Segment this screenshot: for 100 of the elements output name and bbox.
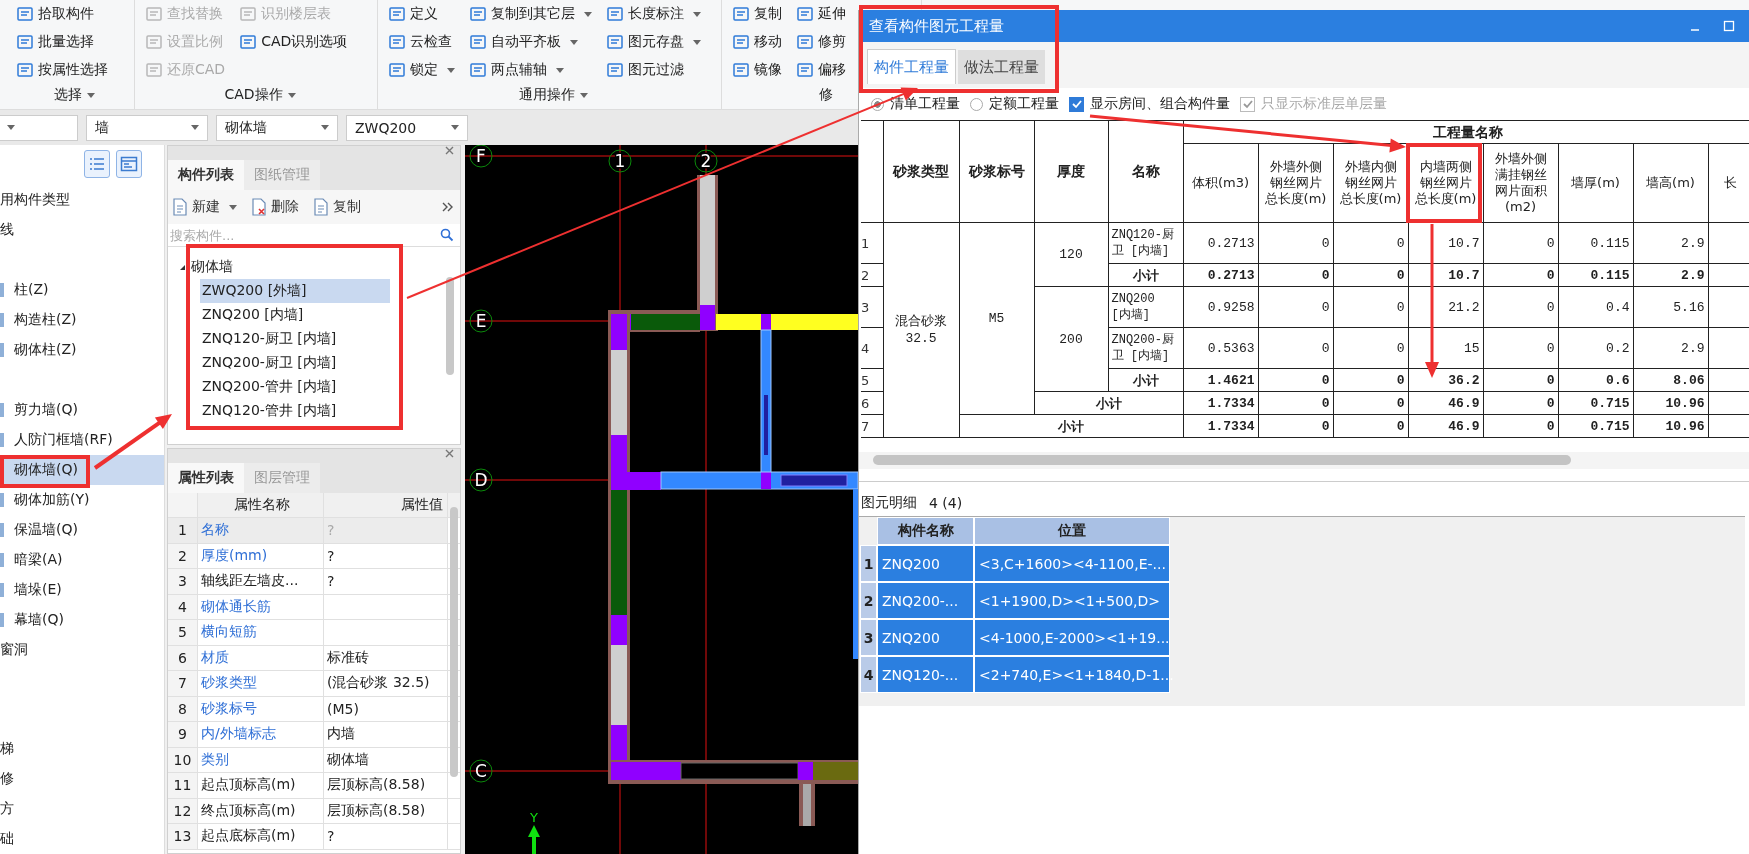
tree-group-label[interactable]: 砌体墙 xyxy=(168,255,460,279)
ribbon-tool-button[interactable]: 修剪 xyxy=(794,28,848,56)
close-icon[interactable] xyxy=(445,449,454,458)
tree-item[interactable]: ZNQ200-厨卫 [内墙] xyxy=(200,351,390,375)
nav-group-label[interactable]: 窗洞 xyxy=(0,641,28,659)
table-cell[interactable]: ZNQ120-... xyxy=(877,656,974,693)
table-cell[interactable]: ZNQ200 xyxy=(877,619,974,656)
dropdown-field[interactable]: ZWQ200 xyxy=(346,114,468,141)
nav-item[interactable]: 墙垛(E) xyxy=(0,575,164,605)
ribbon-tool-button[interactable]: 偏移 xyxy=(794,56,848,84)
nav-item[interactable]: 人防门框墙(RF) xyxy=(0,425,164,455)
row-number[interactable]: 3 xyxy=(860,619,877,656)
nav-item[interactable]: 幕墙(Q) xyxy=(0,605,164,635)
ribbon-tool-button[interactable]: 两点辅轴 xyxy=(467,56,594,84)
ribbon-tool-button[interactable]: 云检查 xyxy=(386,28,457,56)
nav-item[interactable]: 柱(Z) xyxy=(0,275,164,305)
panel-tab[interactable]: 构件列表 xyxy=(168,160,244,190)
search-field[interactable]: 搜索构件... xyxy=(168,226,440,244)
panel-tab[interactable]: 属性列表 xyxy=(168,463,244,493)
ribbon-group-label[interactable]: 通用操作 xyxy=(519,84,588,106)
property-value[interactable]: (M5) xyxy=(324,696,448,721)
toolbar-button[interactable]: 复制 xyxy=(313,198,361,216)
dropdown-field[interactable]: 砌体墙 xyxy=(216,114,338,141)
ribbon-tool-button[interactable]: 图元存盘 xyxy=(604,28,703,56)
table-cell[interactable]: <1+1900,D><1+500,D> xyxy=(974,582,1170,619)
property-value[interactable]: 层顶标高(8.58) xyxy=(324,773,448,798)
ribbon-tool-button[interactable]: 镜像 xyxy=(730,56,784,84)
ribbon-tool-button[interactable]: 批量选择 xyxy=(14,28,110,56)
property-value[interactable]: 层顶标高(8.58) xyxy=(324,798,448,823)
scrollbar[interactable] xyxy=(873,455,1571,465)
property-value[interactable]: 砌体墙 xyxy=(324,747,448,772)
toolbar-button[interactable]: 新建 xyxy=(172,198,237,216)
table-cell[interactable]: ZNQ200-... xyxy=(877,582,974,619)
ribbon-tool-button[interactable]: 拾取构件 xyxy=(14,0,110,28)
ribbon-tool-button[interactable]: 自动平齐板 xyxy=(467,28,594,56)
row-number[interactable]: 2 xyxy=(860,582,877,619)
tree-item[interactable]: ZWQ200 [外墙] xyxy=(200,279,390,303)
ribbon-tool-button[interactable]: 定义 xyxy=(386,0,457,28)
list-view-button[interactable] xyxy=(84,150,110,178)
tree-item[interactable]: ZNQ200 [内墙] xyxy=(200,303,390,327)
scrollbar[interactable] xyxy=(446,277,454,375)
ribbon-tool-button[interactable]: 复制到其它层 xyxy=(467,0,594,28)
tab[interactable]: 做法工程量 xyxy=(958,50,1045,84)
toolbar-button[interactable]: 删除 xyxy=(251,198,299,216)
caret-icon xyxy=(321,125,329,130)
nav-item[interactable]: 暗梁(A) xyxy=(0,545,164,575)
property-value[interactable]: ? xyxy=(324,543,448,568)
table-cell[interactable]: <4-1000,E-2000><1+19... xyxy=(974,619,1170,656)
nav-group-label[interactable]: 修 xyxy=(0,770,14,788)
cad-canvas[interactable]: F E D C 1 2 Y xyxy=(465,145,858,854)
tree-item[interactable]: ZNQ120-厨卫 [内墙] xyxy=(200,327,390,351)
nav-item[interactable]: 构造柱(Z) xyxy=(0,305,164,335)
tool-icon xyxy=(388,33,406,51)
nav-group-label[interactable]: 方 xyxy=(0,800,14,818)
property-value[interactable]: (混合砂浆 32.5) xyxy=(324,671,448,696)
property-value[interactable]: ? xyxy=(324,824,448,849)
maximize-icon[interactable] xyxy=(1723,20,1735,32)
window-title: 查看构件图元工程量 xyxy=(869,16,1004,36)
ribbon-tool-button[interactable]: 图元过滤 xyxy=(604,56,703,84)
dropdown-field[interactable] xyxy=(0,114,78,141)
ribbon-group-label[interactable]: 选择 xyxy=(53,84,95,106)
nav-item[interactable]: 剪力墙(Q) xyxy=(0,395,164,425)
nav-item[interactable]: 保温墙(Q) xyxy=(0,515,164,545)
ribbon-tool-button[interactable]: 复制 xyxy=(730,0,784,28)
table-cell: 2.9 xyxy=(1633,327,1708,369)
nav-group-label[interactable]: 用构件类型 xyxy=(0,191,70,209)
tab[interactable]: 构件工程量 xyxy=(867,49,956,84)
ribbon-tool-button[interactable]: 移动 xyxy=(730,28,784,56)
axis-marker xyxy=(469,309,493,333)
property-value[interactable]: 标准砖 xyxy=(324,645,448,670)
table-cell[interactable]: <3,C+1600><4-1100,E-... xyxy=(974,545,1170,582)
column-header: 外墙外侧钢丝网片总长度(m) xyxy=(1258,143,1333,223)
ribbon-group-label[interactable]: 修 xyxy=(818,84,833,106)
ribbon-tool-button[interactable]: CAD识别选项 xyxy=(237,28,350,56)
table-cell[interactable]: ZNQ200 xyxy=(877,545,974,582)
row-number[interactable]: 4 xyxy=(860,656,877,693)
close-icon[interactable] xyxy=(445,146,454,155)
nav-group-label[interactable]: 础 xyxy=(0,830,14,848)
scrollbar[interactable] xyxy=(450,507,458,777)
ribbon-group-label[interactable]: CAD操作 xyxy=(224,84,296,106)
ribbon-tool-button[interactable]: 长度标注 xyxy=(604,0,703,28)
tree-item[interactable]: ZNQ120-管井 [内墙] xyxy=(200,399,390,423)
ribbon-tool-button[interactable]: 按属性选择 xyxy=(14,56,110,84)
nav-group-label[interactable]: 线 xyxy=(0,221,14,239)
checkbox[interactable]: 显示房间、组合构件量 xyxy=(1069,95,1230,113)
dropdown-field[interactable]: 墙 xyxy=(86,114,208,141)
window-view-button[interactable] xyxy=(116,150,142,178)
ribbon-tool-button[interactable]: 锁定 xyxy=(386,56,457,84)
nav-item[interactable]: 砌体柱(Z) xyxy=(0,335,164,365)
tree-item[interactable]: ZNQ200-管井 [内墙] xyxy=(200,375,390,399)
ribbon-tool-button[interactable]: 延伸 xyxy=(794,0,848,28)
property-name: 类别 xyxy=(198,747,324,772)
property-value[interactable]: 内墙 xyxy=(324,722,448,747)
table-cell: 0.5363 xyxy=(1183,327,1258,369)
nav-item[interactable]: 砌体加筋(Y) xyxy=(0,485,164,515)
nav-group-label[interactable]: 梯 xyxy=(0,740,14,758)
row-number[interactable]: 1 xyxy=(860,545,877,582)
property-value[interactable]: ? xyxy=(324,569,448,594)
radio-button[interactable]: 定额工程量 xyxy=(970,95,1059,113)
more-chevron-icon[interactable] xyxy=(442,202,454,212)
